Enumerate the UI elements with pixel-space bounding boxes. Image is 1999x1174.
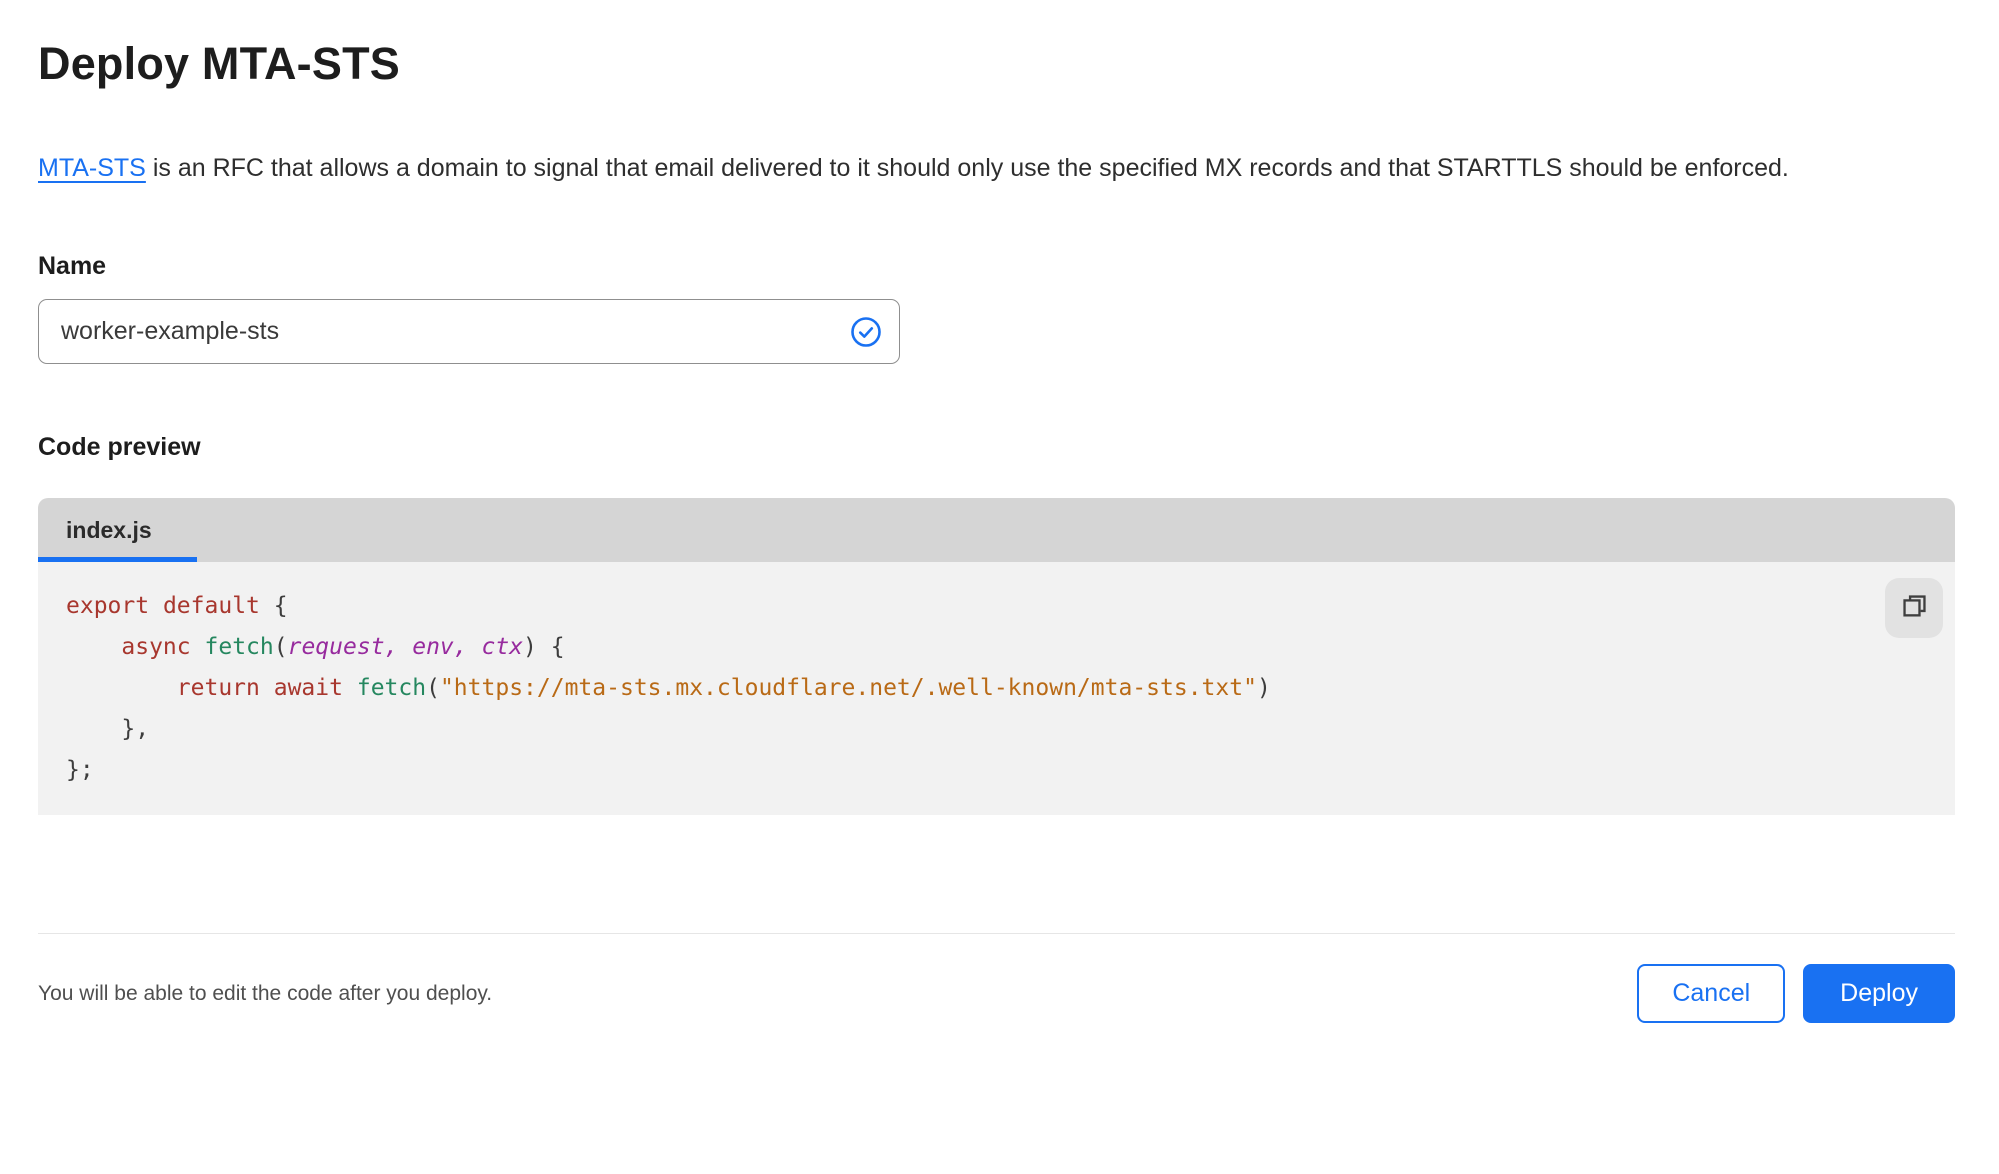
name-input-wrap bbox=[38, 299, 900, 364]
copy-icon bbox=[1899, 591, 1930, 625]
tab-index-js[interactable]: index.js bbox=[38, 498, 197, 562]
code-preview-panel: index.js export default { async fetch(re… bbox=[38, 498, 1955, 815]
code-preview-label: Code preview bbox=[38, 433, 201, 461]
code-area: export default { async fetch(request, en… bbox=[38, 562, 1955, 815]
code-line: }, bbox=[66, 716, 150, 742]
code-tab-bar: index.js bbox=[38, 498, 1955, 562]
cancel-button[interactable]: Cancel bbox=[1637, 964, 1786, 1023]
footer: You will be able to edit the code after … bbox=[38, 964, 1955, 1023]
mta-sts-link[interactable]: MTA-STS bbox=[38, 154, 146, 182]
name-label: Name bbox=[38, 252, 107, 280]
page-title: Deploy MTA-STS bbox=[38, 38, 400, 89]
code-line: return await fetch("https://mta-sts.mx.c… bbox=[176, 675, 1271, 701]
code-line: async fetch(request, env, ctx) { bbox=[121, 634, 565, 660]
tab-label: index.js bbox=[66, 516, 152, 543]
deploy-button[interactable]: Deploy bbox=[1803, 964, 1955, 1023]
code-block: export default { async fetch(request, en… bbox=[66, 586, 1927, 791]
code-line: }; bbox=[66, 757, 94, 783]
footer-divider bbox=[38, 933, 1955, 934]
copy-code-button[interactable] bbox=[1885, 578, 1943, 638]
description: MTA-STS is an RFC that allows a domain t… bbox=[38, 146, 1918, 191]
name-input[interactable] bbox=[38, 299, 900, 364]
description-text: is an RFC that allows a domain to signal… bbox=[145, 154, 1789, 182]
deploy-mta-sts-page: Deploy MTA-STS MTA-STS is an RFC that al… bbox=[0, 36, 1999, 1174]
footer-note: You will be able to edit the code after … bbox=[38, 981, 493, 1005]
check-circle-icon bbox=[850, 316, 882, 348]
footer-actions: Cancel Deploy bbox=[1637, 964, 1955, 1023]
code-line: export default { bbox=[66, 593, 288, 619]
